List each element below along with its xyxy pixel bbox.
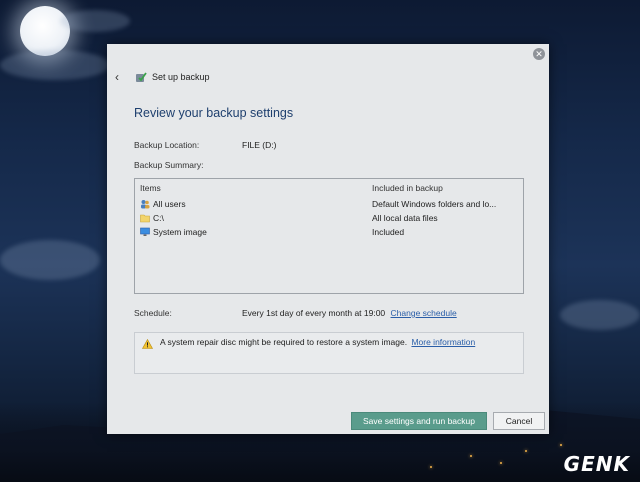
backup-summary-list[interactable]: Items Included in backup All users Defau…: [134, 178, 524, 294]
monitor-icon: [140, 227, 150, 236]
close-icon: ✕: [535, 49, 543, 59]
warning-icon: [142, 339, 153, 349]
column-header-included[interactable]: Included in backup: [372, 183, 443, 193]
backup-icon: [136, 72, 147, 82]
item-name: System image: [153, 227, 207, 237]
more-information-link[interactable]: More information: [411, 337, 475, 347]
list-item[interactable]: All users Default Windows folders and lo…: [140, 198, 523, 210]
item-name: C:\: [153, 213, 164, 223]
genk-logo: GENK: [563, 452, 630, 476]
title-bar: ‹ Set up backup: [115, 68, 210, 86]
item-included: Default Windows folders and lo...: [372, 199, 497, 209]
schedule-value: Every 1st day of every month at 19:00: [242, 308, 386, 318]
backup-summary-label: Backup Summary:: [134, 160, 204, 170]
cloud: [0, 240, 100, 280]
cloud: [60, 10, 130, 32]
item-included: Included: [372, 227, 405, 237]
column-header-items[interactable]: Items: [140, 183, 161, 193]
window-title: Set up backup: [152, 72, 210, 82]
item-included: All local data files: [372, 213, 438, 223]
back-arrow-icon[interactable]: ‹: [115, 70, 129, 84]
cloud: [0, 50, 110, 80]
backup-location-value: FILE (D:): [242, 140, 277, 150]
item-name: All users: [153, 199, 186, 209]
town-light: [470, 455, 472, 457]
page-heading: Review your backup settings: [134, 106, 294, 120]
schedule-row: Every 1st day of every month at 19:00 Ch…: [242, 308, 457, 318]
backup-location-label: Backup Location:: [134, 140, 200, 150]
town-light: [560, 444, 562, 446]
change-schedule-link[interactable]: Change schedule: [391, 308, 457, 318]
backup-dialog: ✕ ‹ Set up backup Review your backup set…: [107, 44, 549, 434]
warning-message: A system repair disc might be required t…: [160, 337, 475, 347]
list-item[interactable]: C:\ All local data files: [140, 212, 523, 224]
list-item[interactable]: System image Included: [140, 226, 523, 238]
town-light: [525, 450, 527, 452]
town-light: [430, 466, 432, 468]
cloud: [560, 300, 640, 330]
folder-icon: [140, 214, 150, 223]
moon: [20, 6, 70, 56]
save-and-run-button[interactable]: Save settings and run backup: [351, 412, 487, 430]
town-light: [500, 462, 502, 464]
users-icon: [141, 200, 150, 209]
cancel-button[interactable]: Cancel: [493, 412, 545, 430]
close-button[interactable]: ✕: [533, 48, 545, 60]
warning-text: A system repair disc might be required t…: [160, 337, 408, 347]
warning-box: A system repair disc might be required t…: [134, 332, 524, 374]
schedule-label: Schedule:: [134, 308, 172, 318]
